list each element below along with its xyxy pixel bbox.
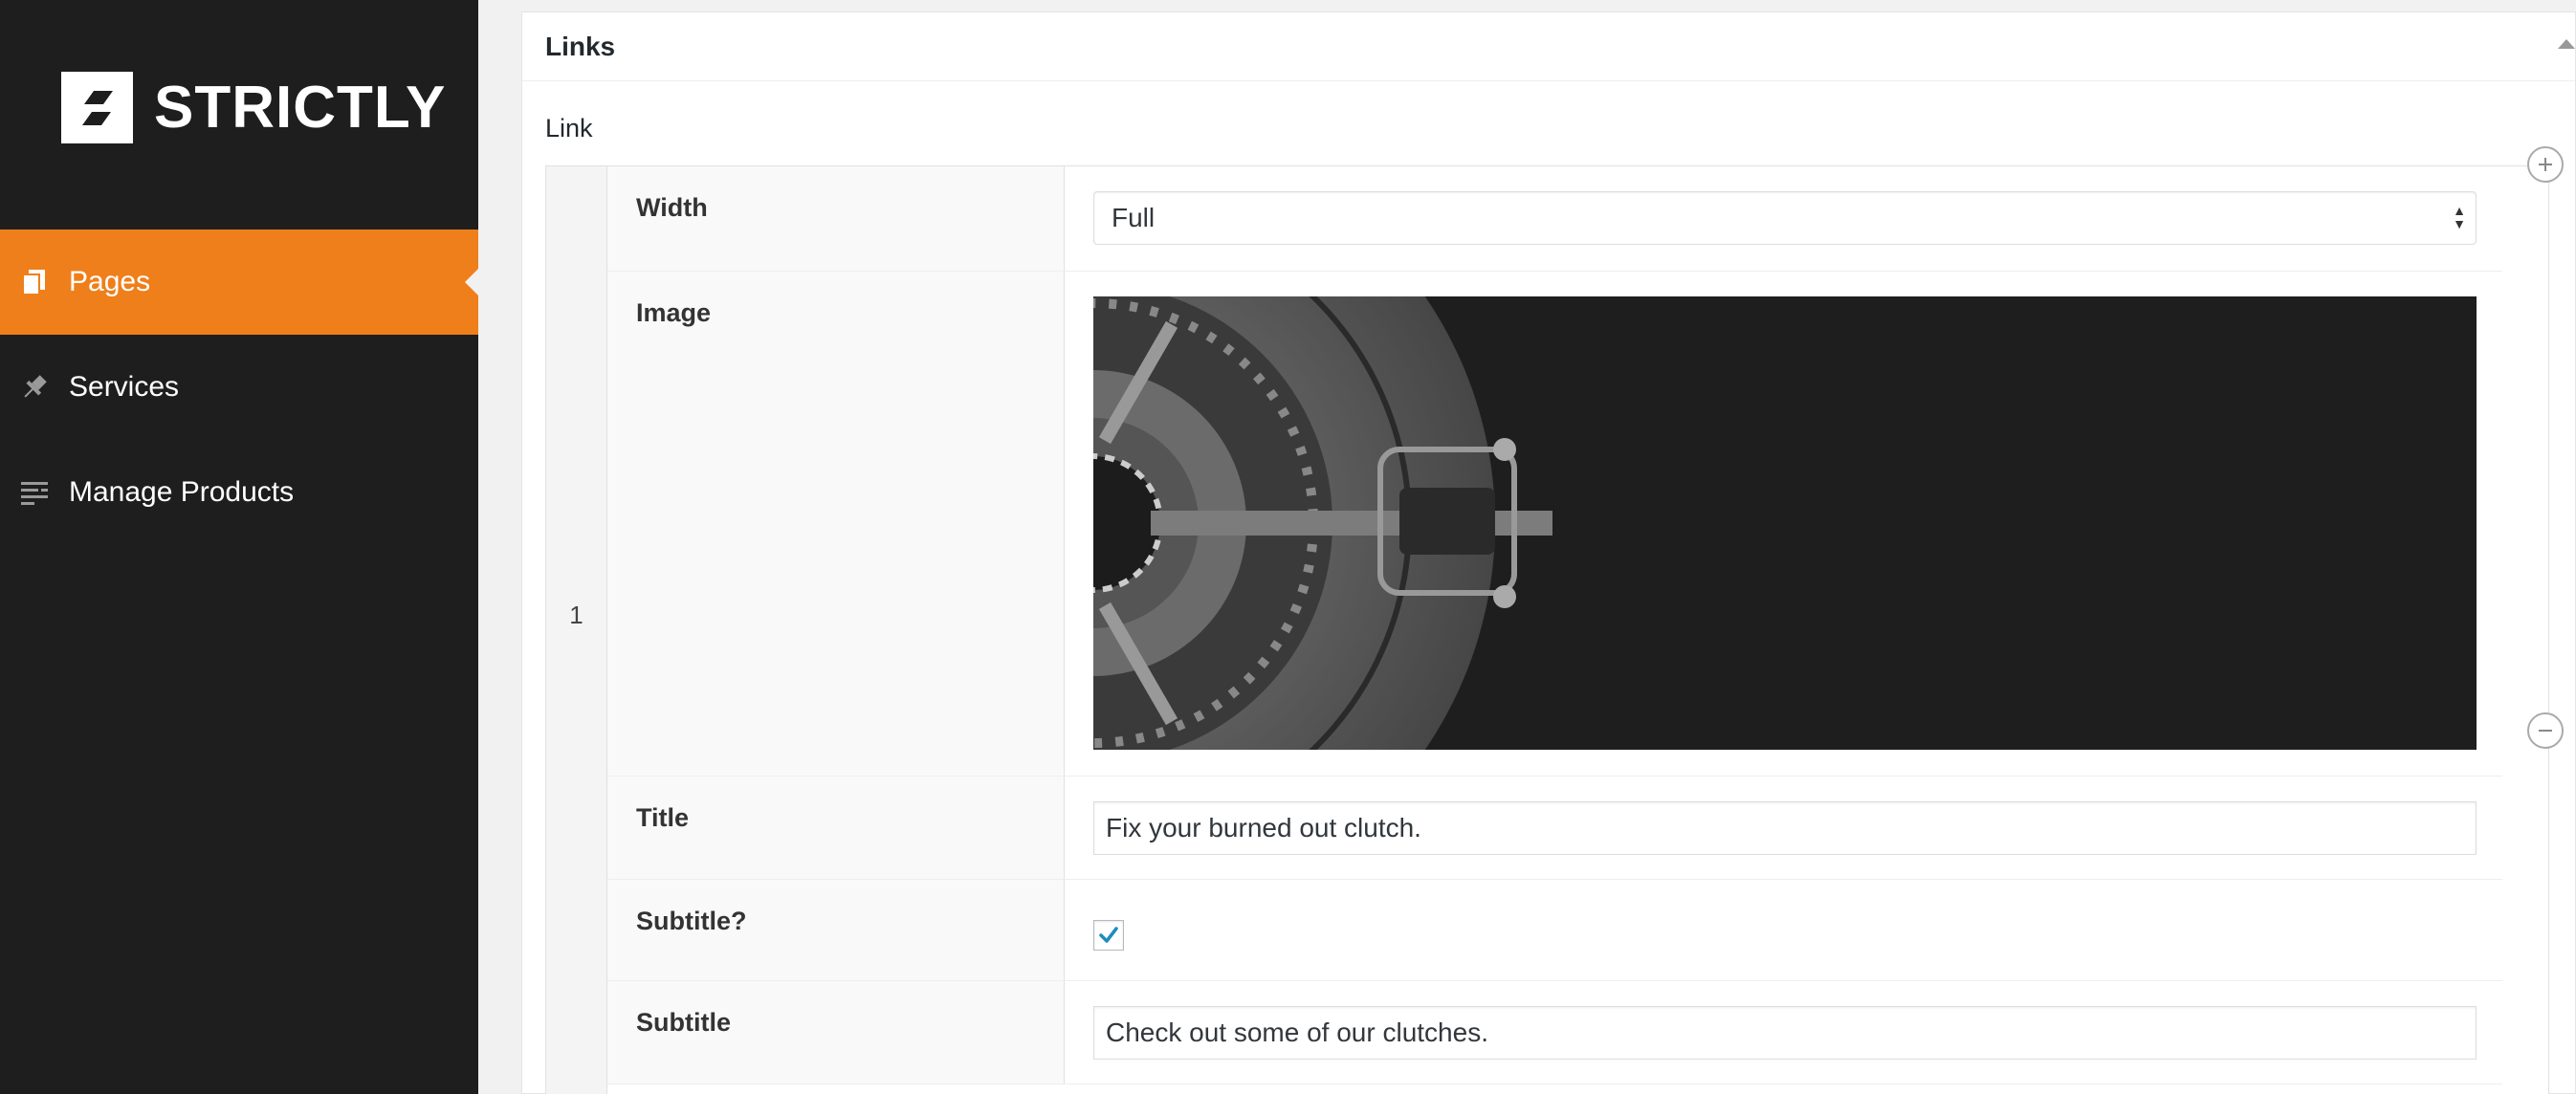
minus-icon (2539, 730, 2552, 732)
pages-icon (17, 265, 52, 299)
title-row: Title Fix your burned out clutch. (607, 777, 2502, 880)
title-value-cell: Fix your burned out clutch. (1065, 777, 2502, 879)
sidebar-item-pages[interactable]: Pages (0, 230, 478, 335)
title-input[interactable]: Fix your burned out clutch. (1093, 801, 2477, 855)
panel-title: Links (545, 31, 616, 61)
subtitle-toggle-cell (1065, 880, 2502, 980)
clutch-image-graphic (1093, 296, 1552, 750)
sidebar-item-manage-products[interactable]: Manage Products (0, 440, 478, 545)
title-label: Title (607, 777, 1065, 879)
links-panel: Links Link 1 Width Full ▲ ▼ Image Title … (521, 11, 2576, 1094)
row-number: 1 (569, 600, 583, 629)
subtitle-label: Subtitle (607, 981, 1065, 1083)
subtitle-toggle-row: Subtitle? (607, 880, 2502, 981)
sidebar-item-services[interactable]: Services (0, 335, 478, 440)
image-value-cell (1065, 272, 2502, 776)
subtitle-row: Subtitle Check out some of our clutches. (607, 981, 2502, 1084)
width-row: Width Full ▲ ▼ (607, 166, 2502, 272)
strictly-logo-mark-icon (61, 72, 133, 143)
subtitle-toggle-label: Subtitle? (607, 880, 1065, 980)
remove-row-button[interactable] (2527, 712, 2564, 749)
subtitle-checkbox[interactable] (1093, 920, 1124, 951)
sidebar-item-label: Services (69, 371, 180, 403)
clutch-plate-image[interactable] (1093, 296, 2477, 750)
field-label: Link (545, 114, 593, 142)
sidebar-nav: Pages Services Manage Products (0, 230, 478, 545)
link-repeater: 1 Width Full ▲ ▼ Image Title Fix your bu… (545, 165, 2549, 1094)
brand-logo[interactable]: STRICTLY (61, 72, 446, 143)
collapse-arrow-icon[interactable] (2558, 39, 2575, 49)
subtitle-input[interactable]: Check out some of our clutches. (1093, 1006, 2477, 1060)
row-handle[interactable]: 1 (546, 166, 607, 1094)
pin-icon (17, 370, 52, 405)
add-row-button[interactable] (2527, 146, 2564, 183)
width-selected-value: Full (1112, 203, 1156, 232)
select-arrows-icon: ▲ ▼ (2453, 203, 2466, 231)
brand-name: STRICTLY (154, 75, 447, 141)
panel-header[interactable]: Links (522, 12, 2575, 81)
sidebar-item-label: Manage Products (69, 476, 295, 508)
checkmark-icon (1099, 927, 1118, 943)
list-icon (17, 475, 52, 510)
sidebar-item-label: Pages (69, 266, 151, 297)
width-select[interactable]: Full ▲ ▼ (1093, 191, 2477, 245)
subtitle-value-cell: Check out some of our clutches. (1065, 981, 2502, 1083)
width-label: Width (607, 166, 1065, 271)
width-value-cell: Full ▲ ▼ (1065, 166, 2502, 271)
sidebar: STRICTLY Pages Services Manage Products (0, 0, 478, 1094)
image-row: Image (607, 272, 2502, 777)
plus-icon (2539, 158, 2552, 171)
image-label: Image (607, 272, 1065, 776)
